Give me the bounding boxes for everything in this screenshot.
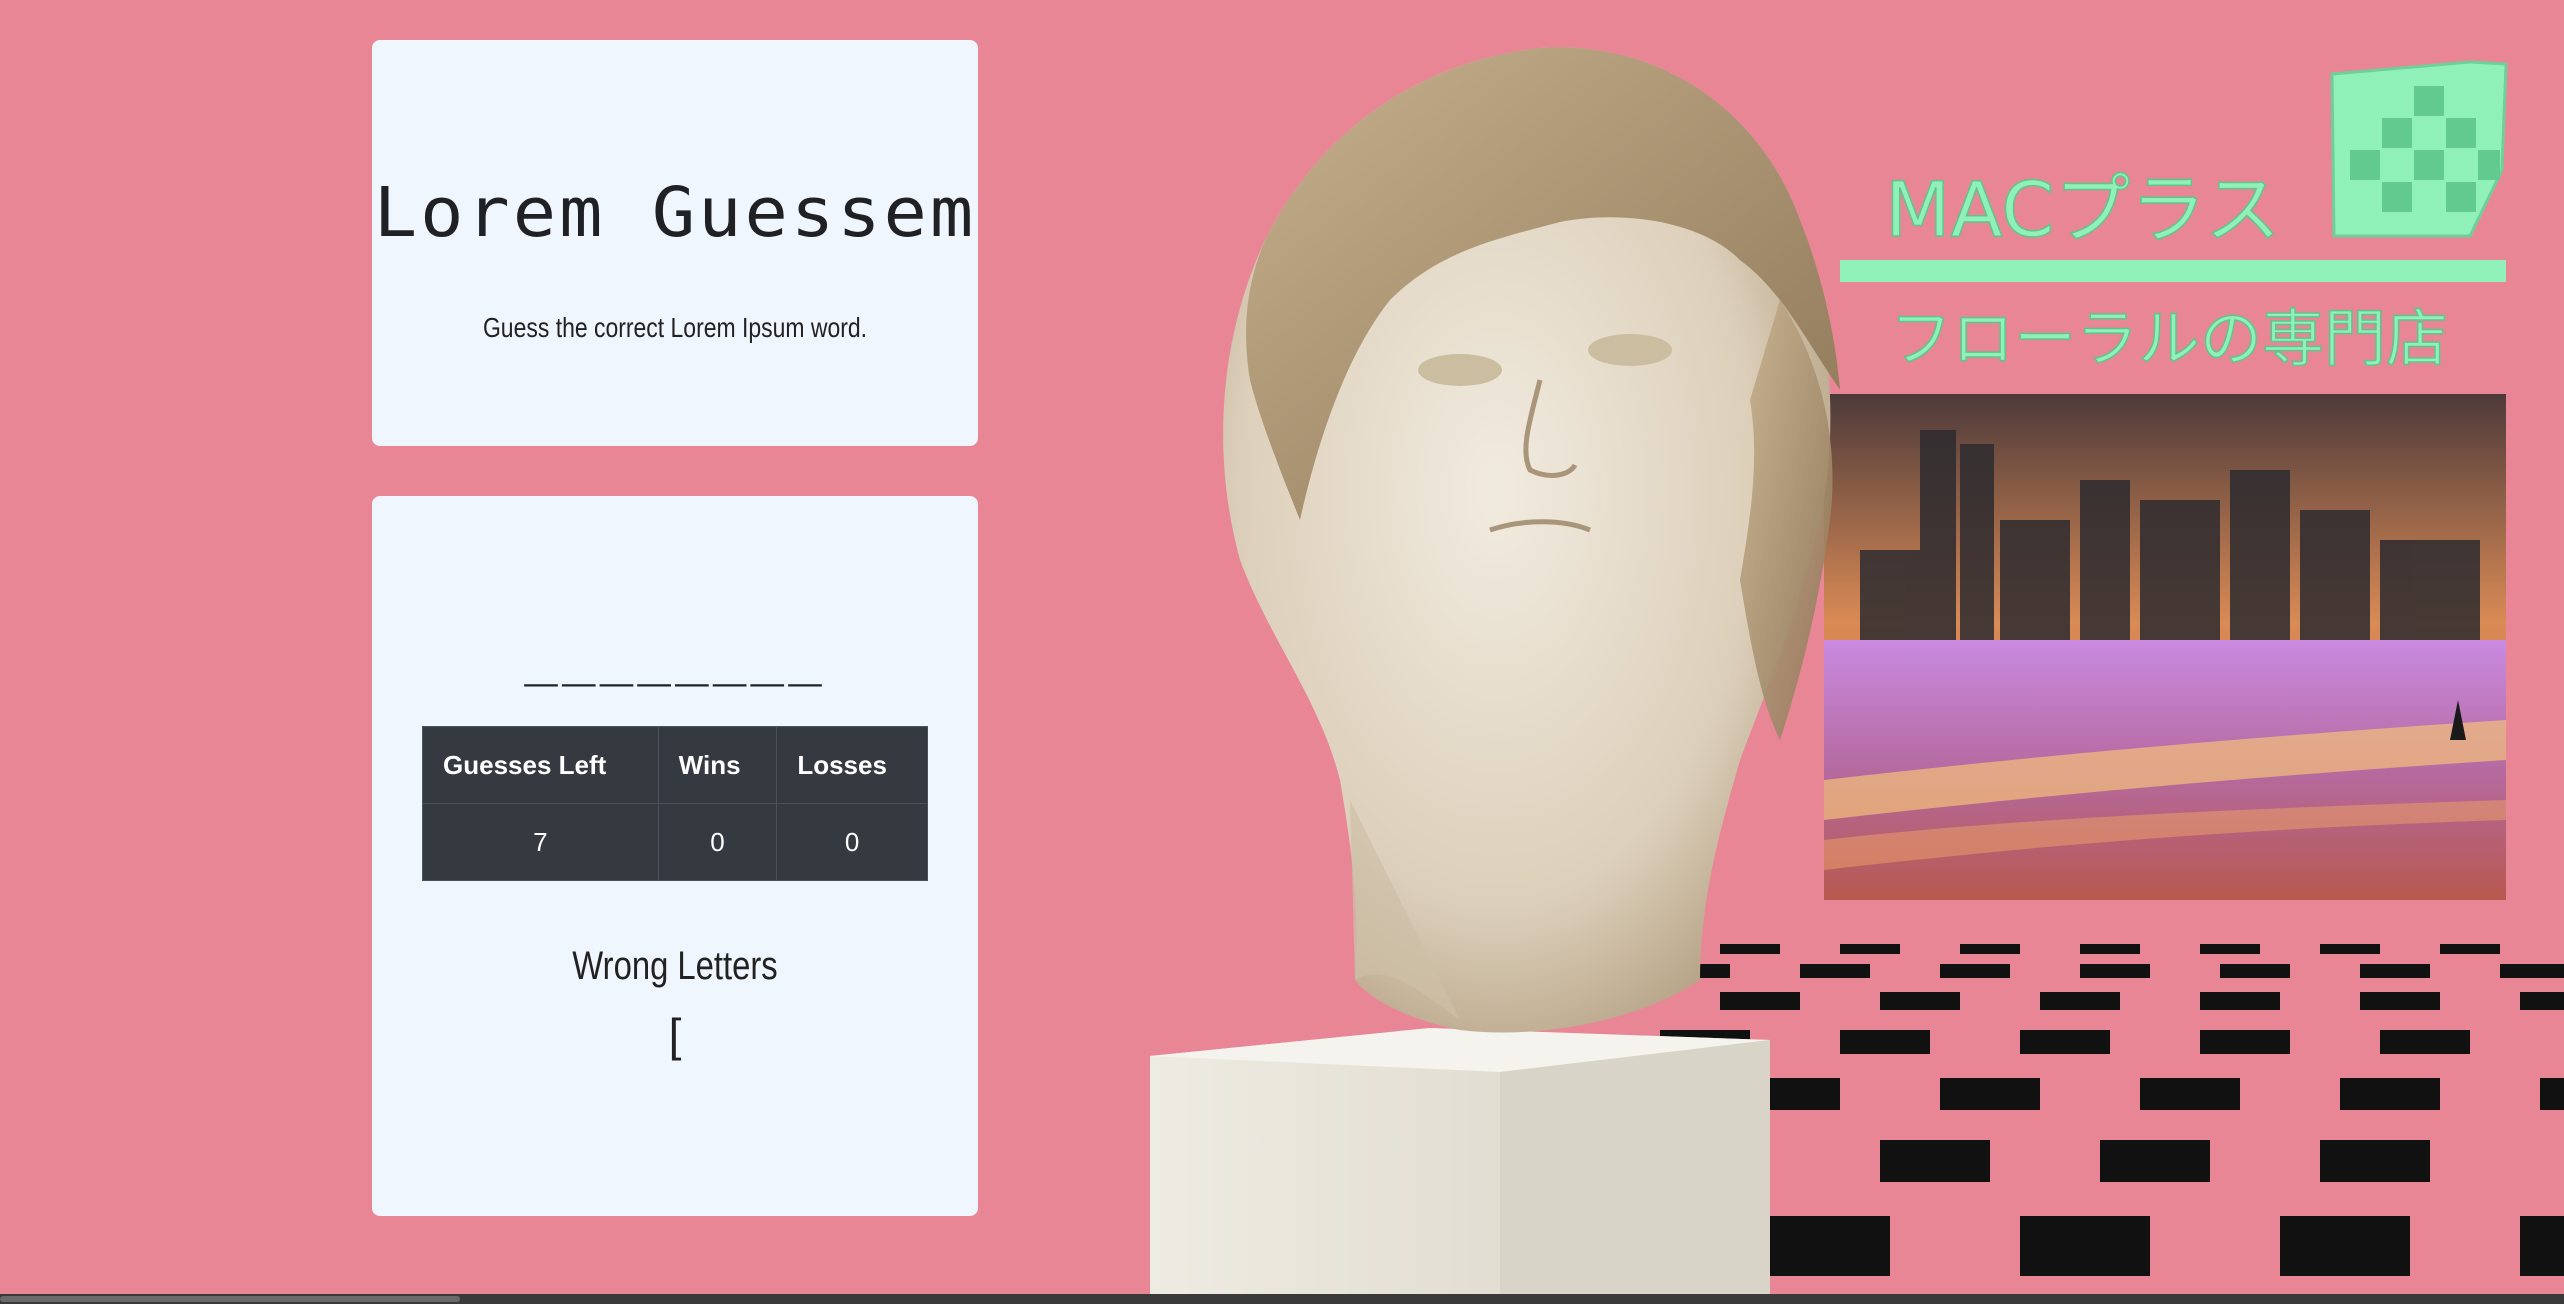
- brand-title: MACプラス: [1885, 165, 2281, 254]
- statue-head: [1223, 47, 1840, 1033]
- statue-pedestal: [1150, 1028, 1770, 1296]
- macplus-logo-icon: [2330, 60, 2508, 238]
- brand-subtitle: フローラルの専門店: [1890, 302, 2448, 375]
- scrollbar-thumb[interactable]: [0, 1296, 460, 1302]
- stats-header-row: Guesses Left Wins Losses: [422, 726, 928, 804]
- losses-header: Losses: [776, 726, 928, 804]
- game-board-card: ________ Guesses Left Wins Losses 7 0 0 …: [372, 496, 978, 1216]
- hidden-word-display: ________: [524, 622, 826, 687]
- losses-value: 0: [776, 803, 928, 881]
- city-painting: [1824, 394, 2506, 900]
- game-title: Lorem Guessem: [373, 172, 977, 252]
- game-page: Lorem Guessem Guess the correct Lorem Ip…: [0, 0, 2564, 1304]
- checkerboard-floor: [1640, 920, 2564, 1296]
- wrong-letters-value: [: [668, 1009, 682, 1061]
- stats-value-row: 7 0 0: [422, 803, 928, 881]
- game-instructions: Guess the correct Lorem Ipsum word.: [482, 312, 868, 343]
- guesses-left-value: 7: [422, 803, 659, 881]
- wins-value: 0: [657, 803, 778, 881]
- stats-table: Guesses Left Wins Losses 7 0 0: [422, 726, 928, 881]
- guesses-left-header: Guesses Left: [422, 726, 659, 804]
- title-card: Lorem Guessem Guess the correct Lorem Ip…: [372, 40, 978, 446]
- brand-divider: [1840, 260, 2506, 282]
- album-art-background: MACプラス フローラルの専門店: [1150, 47, 2564, 1296]
- wrong-letters-label: Wrong Letters: [572, 944, 778, 988]
- wins-header: Wins: [657, 726, 778, 804]
